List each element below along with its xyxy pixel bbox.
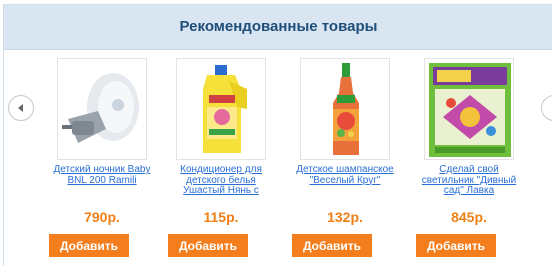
add-to-cart-button[interactable]: Добавить	[49, 234, 129, 257]
product-name-link[interactable]: Детский ночник Baby BNL 200 Ramili	[47, 165, 157, 207]
chevron-left-icon	[18, 104, 23, 112]
product-price: 845р.	[451, 209, 487, 225]
product-price: 132р.	[327, 209, 363, 225]
product-name-link[interactable]: Кондиционер для детского белья Ушастый Н…	[166, 165, 276, 207]
carousel-prev-button[interactable]	[8, 95, 34, 121]
product-price: 115р.	[203, 209, 239, 225]
widget-title: Рекомендованные товары	[179, 18, 378, 35]
add-to-cart-button[interactable]: Добавить	[292, 234, 372, 257]
product-image-night-light[interactable]	[57, 58, 147, 160]
product-price: 790р.	[84, 209, 120, 225]
product-name-link[interactable]: Детское шампанское "Веселый Круг"	[290, 165, 400, 207]
product-name-link[interactable]: Сделай свой светильник "Дивный сад" Лавк…	[414, 165, 524, 207]
widget-header: Рекомендованные товары	[4, 5, 552, 50]
product-image-kids-champagne[interactable]	[300, 58, 390, 160]
add-to-cart-button[interactable]: Добавить	[416, 234, 496, 257]
product-image-detergent-bottle[interactable]	[176, 58, 266, 160]
add-to-cart-button[interactable]: Добавить	[168, 234, 248, 257]
product-image-craft-box[interactable]	[424, 58, 514, 160]
